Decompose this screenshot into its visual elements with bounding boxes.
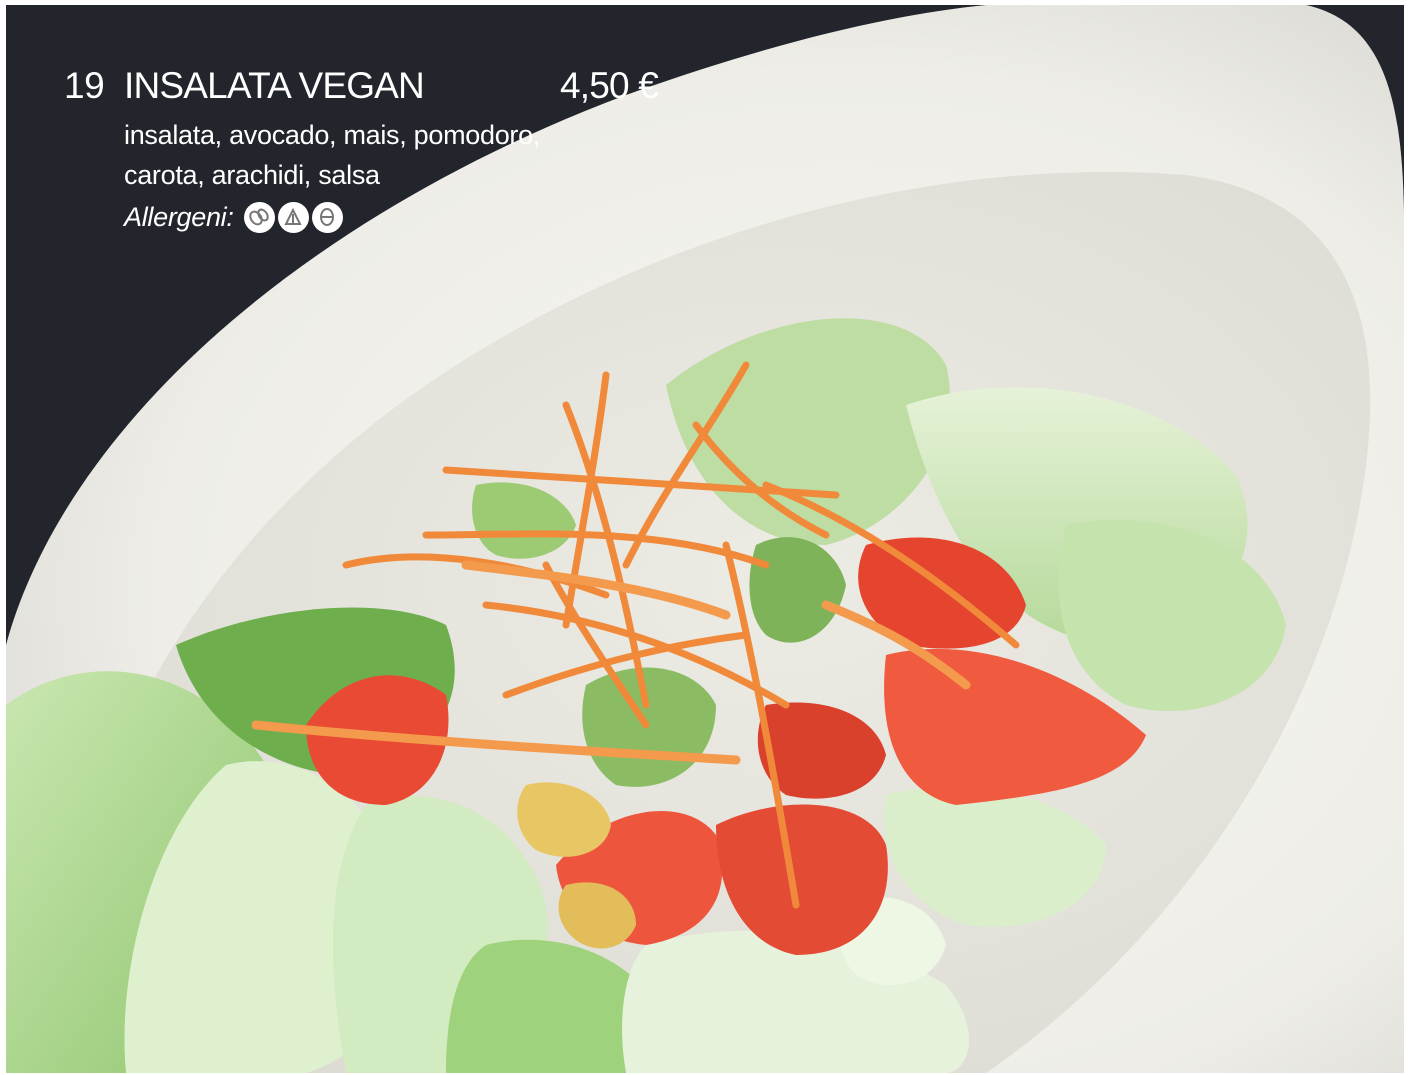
sesame-icon: [311, 201, 343, 233]
description-line-2: carota, arachidi, salsa: [124, 160, 380, 190]
celery-icon: [277, 201, 309, 233]
description-line-1: insalata, avocado, mais, pomodoro,: [124, 120, 541, 150]
peanut-icon: [243, 201, 275, 233]
menu-item-caption: 19 INSALATA VEGAN 4,50 € insalata, avoca…: [64, 63, 704, 239]
item-price: 4,50 €: [560, 65, 659, 106]
item-name: INSALATA VEGAN: [124, 65, 425, 106]
title-row: 19 INSALATA VEGAN 4,50 €: [64, 63, 704, 115]
allergens-label: Allergeni:: [124, 201, 234, 232]
allergens-row: Allergeni:: [124, 195, 764, 239]
menu-card: 19 INSALATA VEGAN 4,50 € insalata, avoca…: [6, 5, 1404, 1073]
item-number: 19: [64, 65, 105, 106]
